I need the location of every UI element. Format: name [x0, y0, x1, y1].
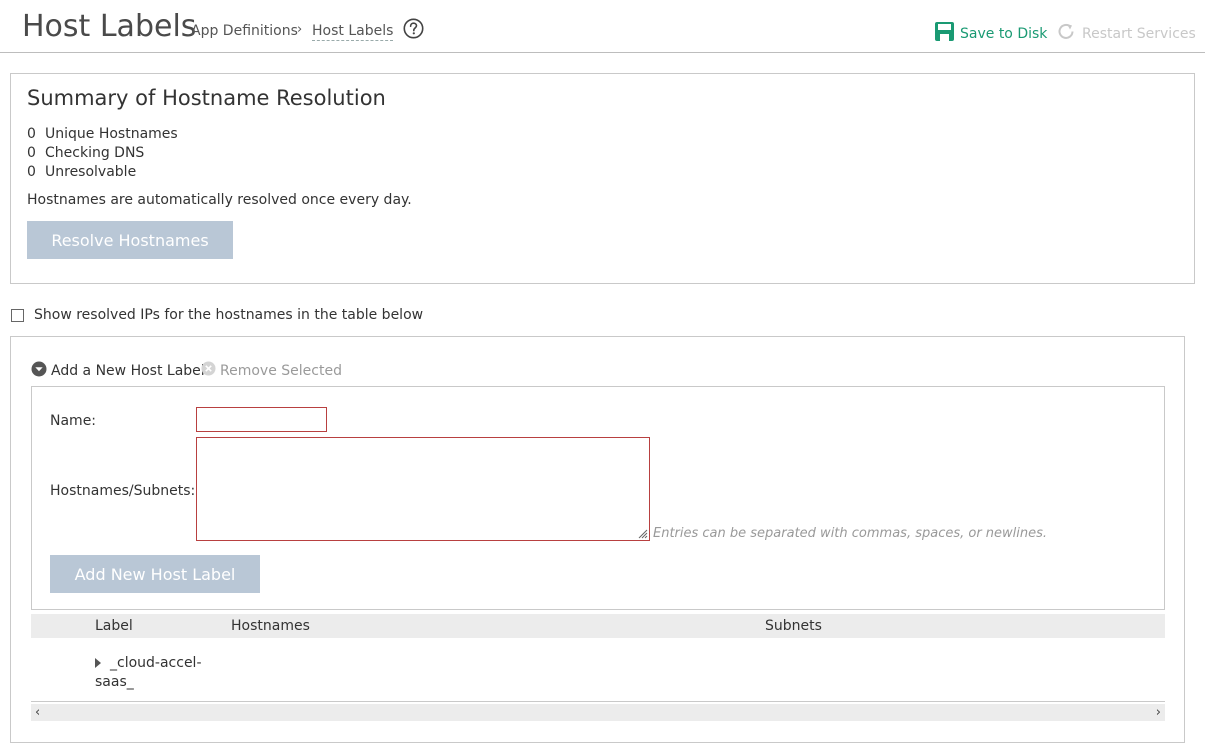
stat-label: Checking DNS	[45, 145, 145, 161]
floppy-disk-icon	[934, 21, 955, 46]
header-divider	[0, 52, 1205, 53]
name-input[interactable]	[196, 407, 327, 432]
refresh-icon	[1056, 21, 1077, 46]
row-label-cell: _cloud-accel-saas_	[95, 655, 202, 690]
breadcrumb-separator: ›	[297, 22, 303, 37]
stat-count: 0	[27, 126, 36, 142]
resolve-hostnames-button[interactable]: Resolve Hostnames	[27, 221, 233, 259]
column-header-hostnames[interactable]: Hostnames	[231, 618, 310, 634]
summary-panel: Summary of Hostname Resolution 0 Unique H…	[10, 73, 1195, 284]
new-host-label-form: Name: Hostnames/Subnets: Entries can be …	[31, 386, 1165, 610]
restart-services-label: Restart Services	[1082, 25, 1196, 42]
breadcrumb-app-definitions[interactable]: App Definitions	[191, 23, 298, 39]
stat-unresolvable: 0 Unresolvable	[27, 164, 136, 180]
scroll-right-icon[interactable]: ›	[1156, 705, 1161, 720]
table-header: Label Hostnames Subnets	[31, 614, 1165, 638]
stat-checking-dns: 0 Checking DNS	[27, 145, 144, 161]
x-circle-icon	[201, 361, 216, 380]
page-title: Host Labels	[22, 9, 197, 44]
resolution-note: Hostnames are automatically resolved onc…	[27, 192, 412, 208]
stat-label: Unresolvable	[45, 164, 137, 180]
stat-count: 0	[27, 145, 36, 161]
horizontal-scrollbar[interactable]: ‹ ›	[31, 704, 1165, 721]
hostnames-hint: Entries can be separated with commas, sp…	[653, 526, 1048, 541]
chevron-down-circle-icon	[31, 361, 47, 381]
column-header-subnets[interactable]: Subnets	[765, 618, 822, 634]
save-to-disk-button[interactable]: Save to Disk	[934, 21, 1047, 46]
remove-selected-text: Remove Selected	[220, 362, 342, 379]
stat-label: Unique Hostnames	[45, 126, 178, 142]
scroll-left-icon[interactable]: ‹	[35, 705, 40, 720]
show-resolved-ips-label[interactable]: Show resolved IPs for the hostnames in t…	[34, 307, 423, 323]
restart-services-button: Restart Services	[1056, 21, 1196, 46]
add-new-host-label-toggle[interactable]: Add a New Host Label	[31, 361, 205, 381]
add-new-host-label-button[interactable]: Add New Host Label	[50, 555, 260, 593]
stat-count: 0	[27, 164, 36, 180]
breadcrumb-host-labels[interactable]: Host Labels	[312, 23, 394, 41]
stat-unique-hostnames: 0 Unique Hostnames	[27, 126, 178, 142]
add-new-host-label-text: Add a New Host Label	[51, 363, 205, 379]
help-icon[interactable]	[403, 18, 424, 39]
hostnames-subnets-textarea[interactable]	[196, 437, 650, 541]
hostnames-subnets-label: Hostnames/Subnets:	[50, 483, 196, 499]
remove-selected-button: Remove Selected	[201, 361, 342, 380]
table-row[interactable]: _cloud-accel-saas_	[31, 638, 1165, 702]
host-labels-panel: Add a New Host Label Remove Selected Nam…	[10, 336, 1185, 743]
summary-title: Summary of Hostname Resolution	[27, 86, 386, 110]
save-to-disk-label: Save to Disk	[960, 25, 1048, 42]
name-label: Name:	[50, 413, 97, 429]
column-header-label[interactable]: Label	[95, 618, 133, 634]
resize-grip-icon[interactable]	[636, 527, 648, 539]
show-resolved-ips-checkbox[interactable]	[11, 309, 24, 322]
